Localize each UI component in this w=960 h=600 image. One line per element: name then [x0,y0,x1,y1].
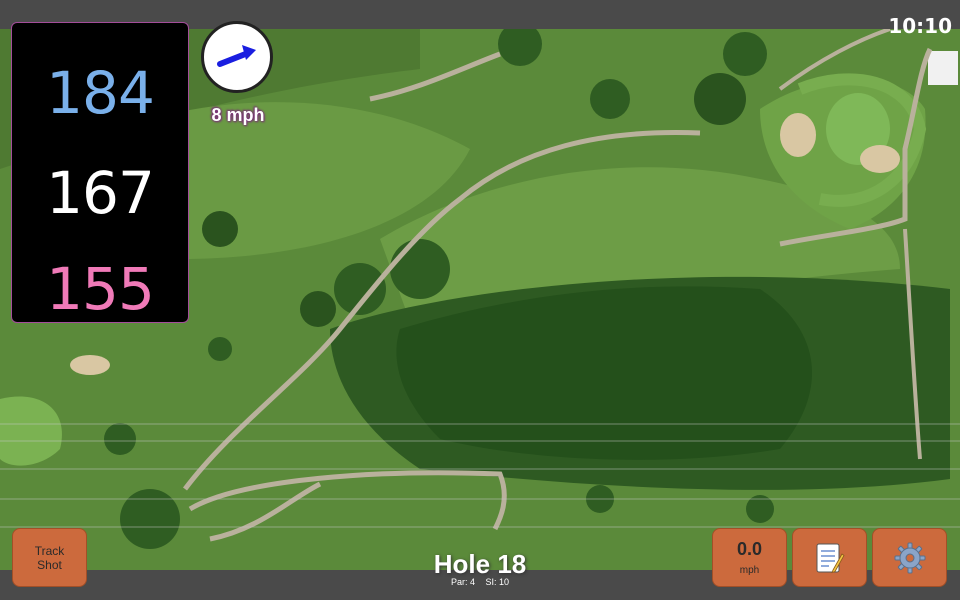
hole-stroke-index: SI: 10 [485,577,510,587]
middle-distance: 167 [46,159,155,227]
wind-indicator [201,21,273,93]
hole-meta: Par: 4 SI: 10 [380,577,580,587]
arrow-right-icon [217,45,256,67]
hole-title: Hole 18 [433,549,527,579]
front-distance: 155 [46,255,155,323]
clock-time: 10:10 [888,14,952,38]
speed-value: 0.0 [736,539,763,559]
track-shot-button[interactable]: Track Shot [12,528,87,587]
track-shot-label: Track Shot [34,543,65,572]
hole-par: Par: 4 [450,577,475,587]
speed-button[interactable]: 0.0 mph [712,528,787,587]
settings-button[interactable] [872,528,947,587]
notes-button[interactable] [792,528,867,587]
back-distance: 184 [46,59,155,127]
speed-unit: mph [739,565,760,576]
distance-panel: 184 167 155 [11,22,189,323]
memo-icon [816,543,845,573]
wind-speed: 8 mph [211,105,265,125]
gear-icon [894,542,925,573]
